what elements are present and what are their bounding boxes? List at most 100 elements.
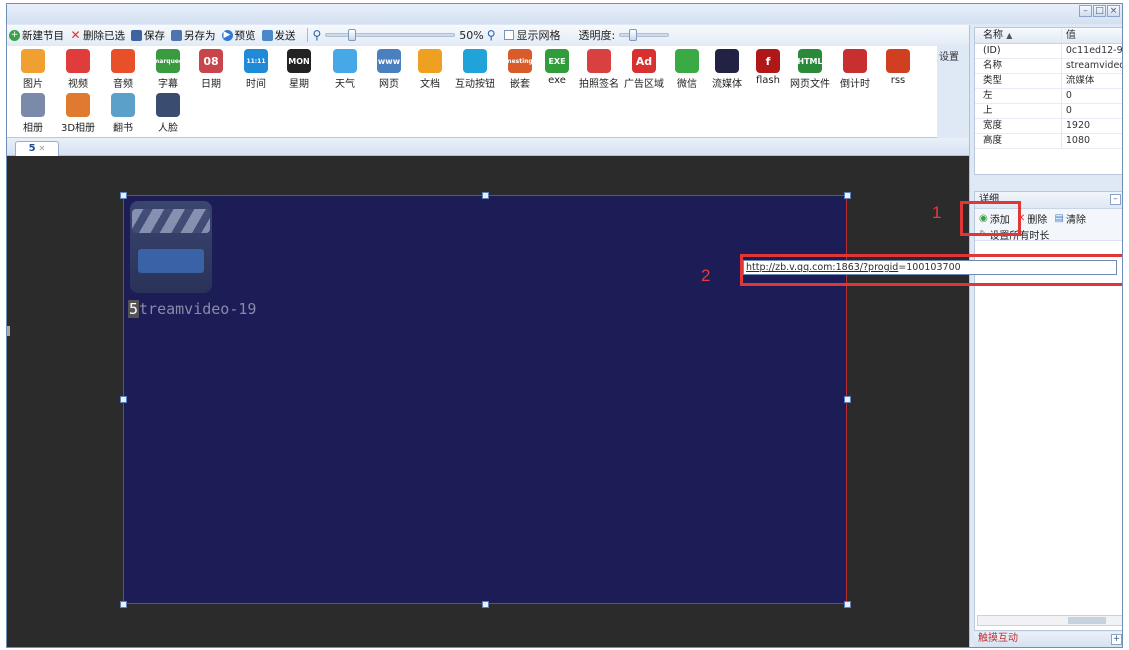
palette-item-marquee[interactable]: marquee 字幕 <box>148 49 188 90</box>
new-program-button[interactable]: + 新建节目 <box>9 28 64 43</box>
palette-item-html[interactable]: HTML 网页文件 <box>790 49 830 90</box>
palette-item-3d-album[interactable]: 3D相册 <box>58 93 98 134</box>
settings-button[interactable]: 设置 <box>939 48 959 63</box>
zoom-slider[interactable] <box>325 29 456 41</box>
property-row[interactable]: 宽度 1920 <box>975 119 1122 134</box>
opacity-slider[interactable] <box>619 29 670 41</box>
property-name: 左 <box>975 89 1062 103</box>
palette-item-flash[interactable]: f flash <box>748 49 788 86</box>
palette-item-album[interactable]: 相册 <box>13 93 53 134</box>
floppy-icon <box>131 29 142 41</box>
send-button[interactable]: 发送 <box>261 28 296 43</box>
scrollbar-thumb[interactable] <box>1068 617 1106 624</box>
property-name-header[interactable]: 名称 ▲ <box>975 28 1062 43</box>
property-row[interactable]: 上0 <box>975 104 1122 119</box>
collapse-button[interactable]: – <box>1110 194 1121 205</box>
property-name: (ID) <box>975 44 1062 58</box>
palette-item-music[interactable]: 音频 <box>103 49 143 90</box>
weekday-icon: MON <box>287 49 311 73</box>
property-value: 0 <box>1065 90 1072 101</box>
palette-item-document[interactable]: 文档 <box>410 49 450 90</box>
wechat-icon <box>675 49 699 73</box>
touch-interaction-section[interactable]: 触摸互动 + <box>974 632 1122 647</box>
media-item-label: 5treamvideo-19 <box>128 300 256 318</box>
palette-item-wechat[interactable]: 微信 <box>667 49 707 90</box>
palette-item-nesting[interactable]: nesting 嵌套 <box>500 49 540 90</box>
palette-item-weather[interactable]: 天气 <box>325 49 365 90</box>
palette-item-clock[interactable]: 11:11 时间 <box>236 49 276 90</box>
web-icon: www <box>377 49 401 73</box>
save-as-button[interactable]: 另存为 <box>171 28 216 43</box>
property-row[interactable]: 类型 流媒体 <box>975 74 1122 89</box>
send-label: 发送 <box>274 29 296 42</box>
palette-item-video[interactable]: 视频 <box>58 49 98 90</box>
preview-button[interactable]: ▶ 预览 <box>221 28 256 43</box>
property-row[interactable]: (ID)0c11ed12-9... <box>975 44 1122 59</box>
palette-item-rss[interactable]: rss <box>878 49 918 86</box>
clear-label: 清除 <box>1065 215 1086 226</box>
palette-item-flipbook[interactable]: 翻书 <box>103 93 143 134</box>
component-palette: 图片 视频 音频 marquee 字幕 08 日期 11:11 时间 MON 星期 天气 www 网页 文档… <box>7 46 937 138</box>
stream-icon <box>715 49 739 73</box>
palette-item-hourglass[interactable]: 倒计时 <box>835 49 875 90</box>
detail-list[interactable] <box>975 242 1122 602</box>
property-row[interactable]: 高度 1080 <box>975 134 1122 149</box>
palette-item-stream[interactable]: 流媒体 <box>707 49 747 90</box>
horizontal-scrollbar[interactable] <box>977 615 1122 626</box>
palette-item-photo-sign[interactable]: 拍照签名 <box>579 49 619 90</box>
canvas-area[interactable]: 5treamvideo-19 <box>7 156 969 647</box>
stage-frame[interactable]: 5treamvideo-19 <box>123 195 847 604</box>
clear-button[interactable]: ▤ 清除 <box>1055 211 1086 226</box>
palette-item-web[interactable]: www 网页 <box>369 49 409 90</box>
resize-handle-w[interactable] <box>120 396 127 403</box>
resize-handle-n[interactable] <box>482 192 489 199</box>
photo-sign-icon <box>587 49 611 73</box>
palette-item-weekday[interactable]: MON 星期 <box>279 49 319 90</box>
resize-handle-se[interactable] <box>844 601 851 608</box>
resize-handle-nw[interactable] <box>120 192 127 199</box>
maximize-button[interactable]: □ <box>1093 5 1106 17</box>
panel-grip[interactable] <box>7 326 10 336</box>
show-grid-checkbox[interactable] <box>503 30 514 40</box>
video-icon <box>66 49 90 73</box>
clapper-top <box>132 209 210 233</box>
play-circle-icon: ▶ <box>221 29 233 41</box>
palette-item-face[interactable]: 人脸 <box>148 93 188 134</box>
delete-button[interactable]: ✕ 删除 <box>1017 211 1047 226</box>
resize-handle-s[interactable] <box>482 601 489 608</box>
resize-handle-e[interactable] <box>844 396 851 403</box>
palette-item-ad[interactable]: Ad 广告区域 <box>624 49 664 90</box>
close-button[interactable]: × <box>1107 5 1120 17</box>
property-value-header[interactable]: 值 <box>1062 28 1122 43</box>
document-tabs: 5 ✕ <box>7 138 969 156</box>
resize-handle-sw[interactable] <box>120 601 127 608</box>
property-value: streamvideo... <box>1065 60 1122 71</box>
calendar-icon: 08 <box>199 49 223 73</box>
property-row[interactable]: 左0 <box>975 89 1122 104</box>
stream-video-icon[interactable] <box>130 201 212 293</box>
expand-button[interactable]: + <box>1111 634 1122 645</box>
tab-5[interactable]: 5 ✕ <box>15 141 59 156</box>
delete-selected-button[interactable]: ✕ 删除已选 <box>70 28 125 43</box>
property-row[interactable]: 名称streamvideo... <box>975 59 1122 74</box>
flipbook-icon <box>111 93 135 117</box>
zoom-slider-thumb[interactable] <box>348 29 357 41</box>
minimize-button[interactable]: – <box>1079 5 1092 17</box>
resize-handle-ne[interactable] <box>844 192 851 199</box>
palette-item-calendar[interactable]: 08 日期 <box>191 49 231 90</box>
touch-interaction-label: 触摸互动 <box>978 633 1018 644</box>
zoom-in-icon[interactable]: ⚲ <box>487 28 496 42</box>
exe-icon: EXE <box>545 49 569 73</box>
palette-item-label: 天气 <box>335 79 355 90</box>
stream-url-input[interactable]: http://zb.v.qq.com:1863/?progid=10010370… <box>743 260 1117 275</box>
palette-item-touch-button[interactable]: 互动按钮 <box>455 49 495 90</box>
palette-item-exe[interactable]: EXE exe <box>537 49 577 86</box>
weather-icon <box>333 49 357 73</box>
tab-label: 5 <box>28 143 36 154</box>
opacity-slider-thumb[interactable] <box>628 29 637 41</box>
zoom-out-icon[interactable]: ⚲ <box>313 28 322 42</box>
tab-close-icon[interactable]: ✕ <box>39 144 46 153</box>
palette-item-label: 流媒体 <box>712 79 742 90</box>
palette-item-image[interactable]: 图片 <box>13 49 53 90</box>
save-button[interactable]: 保存 <box>131 28 165 43</box>
